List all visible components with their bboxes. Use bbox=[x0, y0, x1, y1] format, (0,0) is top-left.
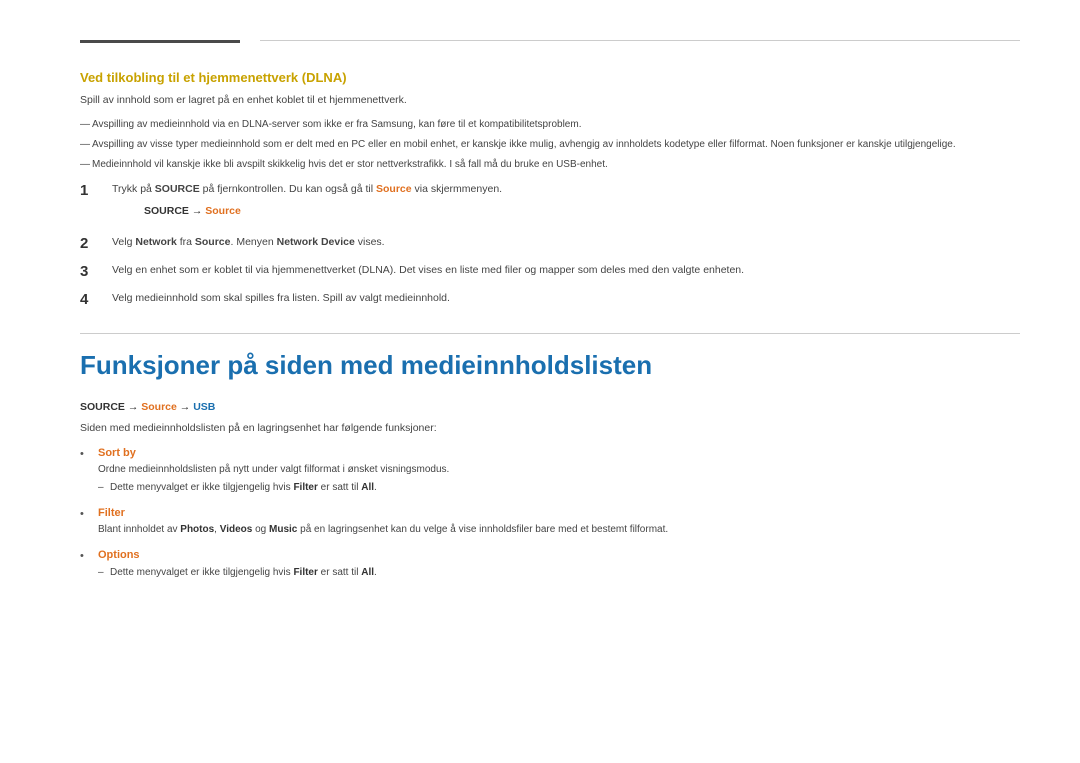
step-1-source-line: SOURCE → Source bbox=[144, 204, 1020, 220]
bullet-filter: • Filter Blant innholdet av Photos, Vide… bbox=[80, 507, 1020, 537]
step-3-num: 3 bbox=[80, 263, 108, 281]
section-divider bbox=[80, 333, 1020, 334]
step-3-content: Velg en enhet som er koblet til via hjem… bbox=[112, 263, 1020, 279]
dash-item-2: Avspilling av visse typer medieinnhold s… bbox=[80, 137, 1020, 152]
top-border-right bbox=[260, 40, 1020, 41]
step-4-content: Velg medieinnhold som skal spilles fra l… bbox=[112, 291, 1020, 307]
main-heading: Funksjoner på siden med medieinnholdslis… bbox=[80, 350, 1020, 381]
bullet-filter-row: • Filter bbox=[80, 507, 1020, 520]
dlna-section: Ved tilkobling til et hjemmenettverk (DL… bbox=[80, 70, 1020, 309]
step-2-num: 2 bbox=[80, 235, 108, 253]
dlna-intro: Spill av innhold som er lagret på en enh… bbox=[80, 93, 1020, 109]
bullet-dot-1: • bbox=[80, 447, 98, 460]
sort-by-desc: Ordne medieinnholdslisten på nytt under … bbox=[80, 462, 1020, 477]
dash-item-1: Avspilling av medieinnhold via en DLNA-s… bbox=[80, 117, 1020, 132]
bullet-list: • Sort by Ordne medieinnholdslisten på n… bbox=[80, 447, 1020, 580]
bullet-sort-by: • Sort by Ordne medieinnholdslisten på n… bbox=[80, 447, 1020, 495]
bullet-dot-2: • bbox=[80, 507, 98, 520]
steps-list: 1 Trykk på SOURCE på fjernkontrollen. Du… bbox=[80, 182, 1020, 310]
options-label: Options bbox=[98, 549, 140, 561]
bullet-options: • Options Dette menyvalget er ikke tilgj… bbox=[80, 549, 1020, 580]
step-2: 2 Velg Network fra Source. Menyen Networ… bbox=[80, 235, 1020, 253]
dlna-title: Ved tilkobling til et hjemmenettverk (DL… bbox=[80, 70, 1020, 85]
filter-label: Filter bbox=[98, 507, 125, 519]
step-1-num: 1 bbox=[80, 182, 108, 200]
step-3: 3 Velg en enhet som er koblet til via hj… bbox=[80, 263, 1020, 281]
sort-by-subdash: Dette menyvalget er ikke tilgjengelig hv… bbox=[80, 480, 1020, 495]
bullet-dot-3: • bbox=[80, 549, 98, 562]
dash-item-3: Medieinnhold vil kanskje ikke bli avspil… bbox=[80, 157, 1020, 172]
source-usb-line: SOURCE → Source → USB bbox=[80, 401, 1020, 413]
options-subdash: Dette menyvalget er ikke tilgjengelig hv… bbox=[80, 565, 1020, 580]
top-border-left bbox=[80, 40, 240, 43]
filter-desc: Blant innholdet av Photos, Videos og Mus… bbox=[80, 522, 1020, 537]
page: Ved tilkobling til et hjemmenettverk (DL… bbox=[0, 0, 1080, 763]
sort-by-label: Sort by bbox=[98, 447, 136, 459]
step-1-content: Trykk på SOURCE på fjernkontrollen. Du k… bbox=[112, 182, 1020, 226]
step-1: 1 Trykk på SOURCE på fjernkontrollen. Du… bbox=[80, 182, 1020, 226]
bullet-options-row: • Options bbox=[80, 549, 1020, 562]
step-2-content: Velg Network fra Source. Menyen Network … bbox=[112, 235, 1020, 251]
step-4-num: 4 bbox=[80, 291, 108, 309]
step-4: 4 Velg medieinnhold som skal spilles fra… bbox=[80, 291, 1020, 309]
functions-intro: Siden med medieinnholdslisten på en lagr… bbox=[80, 421, 1020, 437]
bullet-sort-by-row: • Sort by bbox=[80, 447, 1020, 460]
